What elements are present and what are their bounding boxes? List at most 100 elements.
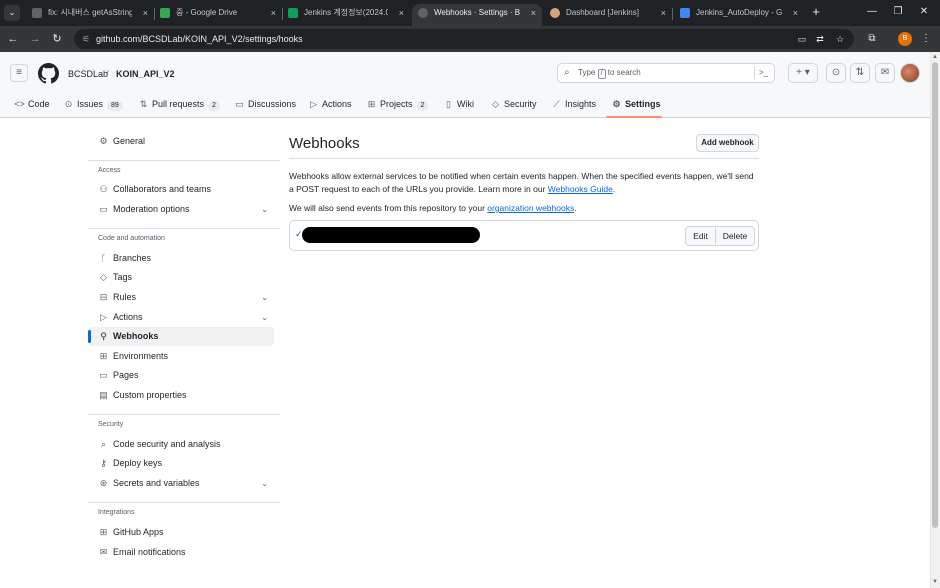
sidebar-item-secrets[interactable]: ⊛ Secrets and variables ⌄ — [88, 474, 274, 493]
sidebar-item-collaborators[interactable]: ⚇ Collaborators and teams — [88, 180, 274, 199]
new-tab-button[interactable]: + — [808, 4, 824, 20]
sidebar-divider — [88, 502, 280, 503]
browser-tab-2[interactable]: 중 - Google Drive × — [154, 4, 282, 26]
sidebar-item-email-notifications[interactable]: ✉ Email notifications — [88, 543, 274, 562]
sidebar-item-actions[interactable]: ▷ Actions ⌄ — [88, 308, 274, 327]
chevron-down-icon[interactable]: ⌄ — [261, 288, 268, 307]
sidebar-item-tags[interactable]: ◇ Tags — [88, 268, 274, 287]
sidebar-item-github-apps[interactable]: ⊞ GitHub Apps — [88, 523, 274, 542]
edit-webhook-button[interactable]: Edit — [686, 227, 716, 245]
tab-label: Security — [504, 99, 537, 109]
breadcrumb-repo[interactable]: KOIN_API_V2 — [116, 69, 175, 79]
pull-requests-icon[interactable]: ⇅ — [850, 63, 870, 83]
webhook-actions: Edit Delete — [685, 226, 755, 246]
breadcrumb-separator: / — [106, 69, 109, 79]
tab-issues[interactable]: ⊙ Issues 89 — [63, 95, 123, 113]
back-icon[interactable]: ← — [4, 30, 22, 48]
sidebar-item-branches[interactable]: ᚴ Branches — [88, 249, 274, 268]
scroll-down-arrow-icon[interactable]: ▼ — [931, 578, 939, 586]
delete-webhook-button[interactable]: Delete — [716, 227, 754, 245]
tab-label: Issues — [77, 99, 104, 109]
sidebar-item-deploy-keys[interactable]: ⚷ Deploy keys — [88, 454, 274, 473]
sidebar-item-label: Custom properties — [113, 390, 187, 400]
close-icon[interactable]: × — [399, 4, 404, 22]
window-close-icon[interactable]: ✕ — [914, 4, 934, 20]
sidebar-item-code-security[interactable]: ⌕ Code security and analysis — [88, 435, 274, 454]
webhooks-description: Webhooks allow external services to be n… — [289, 170, 759, 196]
maximize-icon[interactable]: ❐ — [888, 4, 908, 20]
rules-icon: ⊟ — [99, 292, 108, 302]
minimize-icon[interactable]: — — [862, 4, 882, 20]
extensions-icon[interactable]: ⧉ — [864, 31, 880, 47]
tab-pull-requests[interactable]: ⇅ Pull requests 2 — [138, 95, 220, 113]
chevron-down-icon[interactable]: ⌄ — [261, 308, 268, 327]
tab-actions[interactable]: ▷ Actions — [308, 95, 351, 113]
sidebar-item-pages[interactable]: ▭ Pages — [88, 366, 274, 385]
install-app-icon[interactable]: ▭ — [796, 33, 808, 45]
tag-icon: ◇ — [100, 272, 107, 282]
hamburger-menu-icon[interactable]: ≡ — [10, 64, 28, 82]
google-docs-icon — [680, 8, 690, 18]
close-icon[interactable]: × — [661, 4, 666, 22]
close-icon[interactable]: × — [531, 4, 536, 22]
browser-tab-1[interactable]: fix: 시내버스 getAsString()... × — [26, 4, 154, 26]
inbox-icon[interactable]: ✉ — [875, 63, 895, 83]
close-icon[interactable]: × — [793, 4, 798, 22]
tab-insights[interactable]: ⟋ Insights — [551, 95, 596, 113]
tab-title: Webhooks · Settings · BCSD — [434, 8, 520, 17]
sidebar-item-moderation[interactable]: ▭ Moderation options ⌄ — [88, 200, 274, 219]
user-avatar[interactable] — [900, 63, 920, 83]
tab-security[interactable]: ◇ Security — [490, 95, 537, 113]
forward-icon[interactable]: → — [26, 30, 44, 48]
close-icon[interactable]: × — [143, 4, 148, 22]
translate-icon[interactable]: ⇄ — [814, 33, 826, 45]
tab-discussions[interactable]: ▭ Discussions — [234, 95, 296, 113]
site-info-icon[interactable]: ⚟ — [80, 33, 92, 45]
jenkins-icon — [550, 8, 560, 18]
sidebar-item-custom-properties[interactable]: ▤ Custom properties — [88, 386, 274, 405]
github-favicon-icon — [418, 8, 428, 18]
command-palette-icon[interactable]: >_ — [754, 66, 772, 80]
tab-title: Dashboard [Jenkins] — [566, 8, 639, 17]
organization-webhooks-link[interactable]: organization webhooks — [487, 203, 574, 213]
close-icon[interactable]: × — [271, 4, 276, 22]
tab-projects[interactable]: ⊞ Projects 2 — [366, 95, 429, 113]
comment-icon: ▭ — [99, 204, 108, 214]
github-logo-icon[interactable] — [38, 63, 59, 84]
reload-icon[interactable]: ↻ — [48, 30, 66, 48]
url-text[interactable]: github.com/BCSDLab/KOIN_API_V2/settings/… — [96, 29, 303, 49]
chevron-down-icon[interactable]: ⌄ — [261, 474, 268, 493]
projects-count-badge: 2 — [416, 101, 429, 111]
sidebar-item-label: Rules — [113, 292, 137, 302]
browser-tab-6[interactable]: Jenkins_AutoDeploy - Go × — [674, 4, 804, 26]
tab-title: Jenkins 계정정보(2024.02. — [304, 8, 388, 17]
sidebar-item-general[interactable]: ⚙ General — [88, 132, 274, 151]
page-scrollbar-thumb[interactable] — [932, 62, 938, 528]
browser-tab-3[interactable]: Jenkins 계정정보(2024.02. × — [282, 4, 410, 26]
tab-wiki[interactable]: ▯ Wiki — [443, 95, 474, 113]
issues-icon[interactable]: ⊙ — [826, 63, 846, 83]
tab-code[interactable]: <> Code — [14, 95, 49, 113]
breadcrumb-owner[interactable]: BCSDLab — [68, 69, 108, 79]
bookmark-star-icon[interactable]: ☆ — [834, 33, 846, 45]
browser-tab-5[interactable]: Dashboard [Jenkins] × — [544, 4, 672, 26]
note-text: We will also send events from this repos… — [289, 203, 488, 213]
tab-title: Jenkins_AutoDeploy - Go — [696, 8, 782, 17]
address-bar[interactable]: ⚟ github.com/BCSDLab/KOIN_API_V2/setting… — [74, 29, 854, 49]
browser-menu-icon[interactable]: ⋮ — [918, 31, 934, 47]
browser-tab-4-active[interactable]: Webhooks · Settings · BCSD × — [412, 4, 542, 26]
tab-search-button[interactable]: ⌄ — [4, 5, 20, 21]
redacted-webhook-url[interactable] — [302, 227, 480, 243]
scroll-up-arrow-icon[interactable]: ▲ — [931, 53, 939, 61]
add-webhook-button[interactable]: Add webhook — [696, 134, 759, 152]
sidebar-item-environments[interactable]: ⊞ Environments — [88, 347, 274, 366]
sidebar-item-webhooks[interactable]: ⚲ Webhooks — [88, 327, 274, 346]
search-input[interactable]: ⌕ Type / to search >_ — [557, 63, 775, 83]
tab-settings[interactable]: ⚙ Settings — [611, 95, 660, 113]
browser-profile-avatar[interactable]: B — [898, 32, 912, 46]
chevron-down-icon[interactable]: ⌄ — [261, 200, 268, 219]
sidebar-item-rules[interactable]: ⊟ Rules ⌄ — [88, 288, 274, 307]
create-new-button[interactable]: + ▾ — [788, 63, 818, 83]
gear-icon: ⚙ — [612, 99, 621, 109]
webhooks-guide-link[interactable]: Webhooks Guide — [548, 184, 613, 194]
